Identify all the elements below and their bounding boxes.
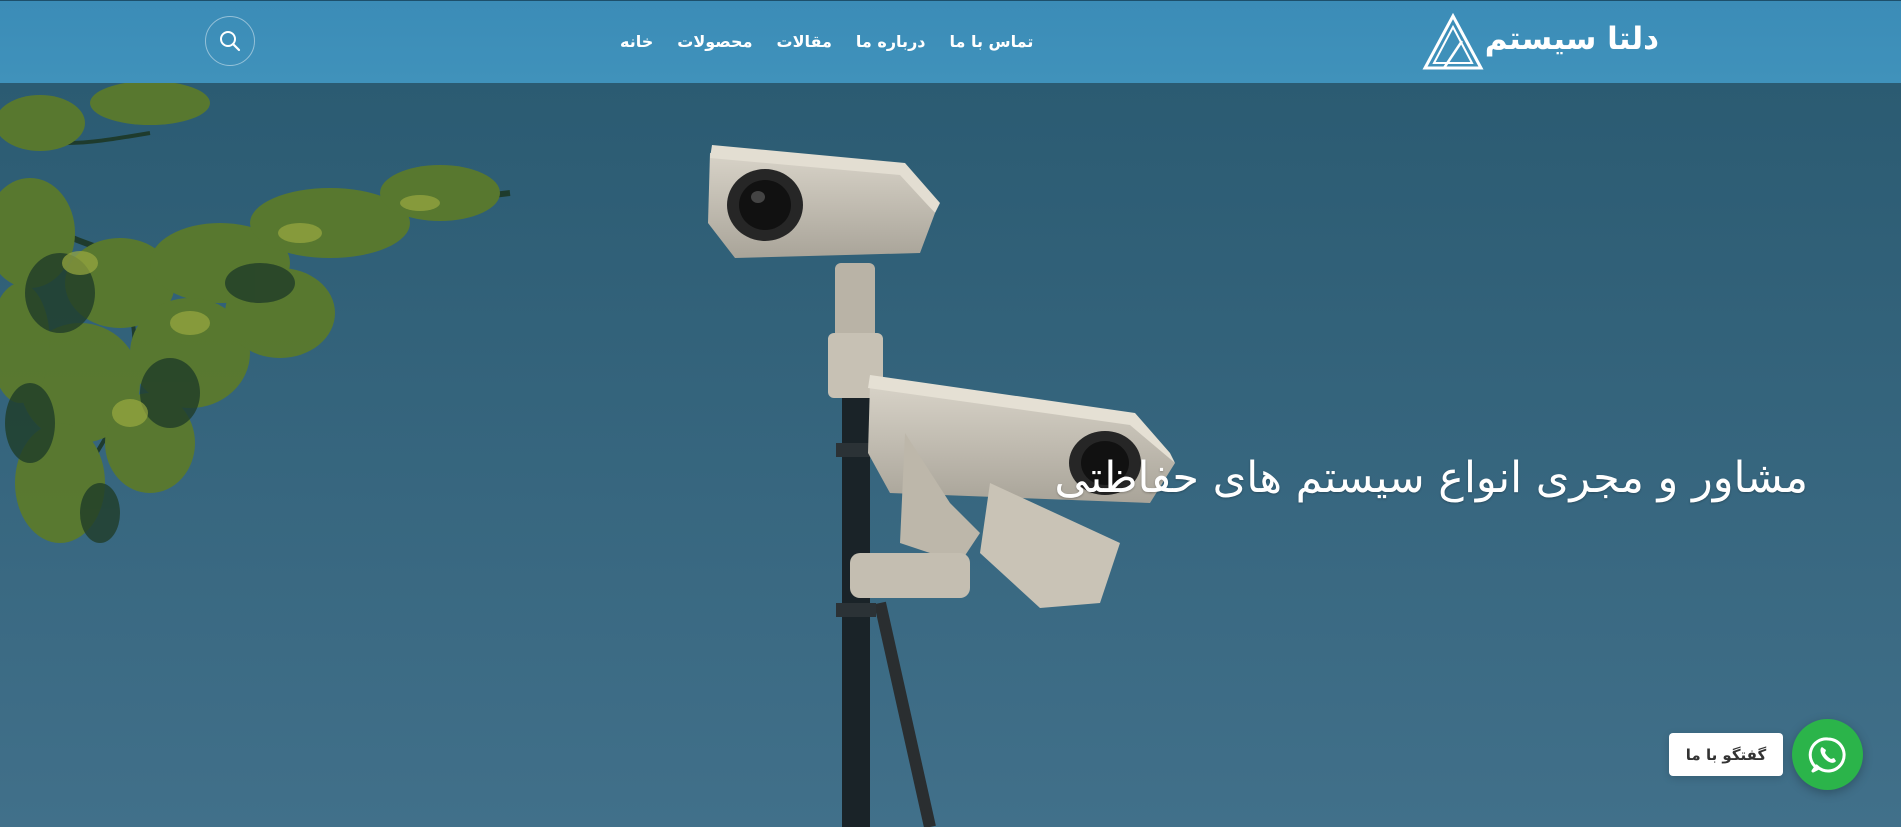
nav-item-contact[interactable]: تماس با ما [949, 25, 1033, 59]
logo-text: دلتا سیستم [1484, 21, 1659, 57]
logo-triangle-icon [1422, 13, 1484, 70]
nav-item-articles[interactable]: مقالات [776, 25, 831, 59]
nav-item-products[interactable]: محصولات [677, 25, 752, 59]
nav-item-about[interactable]: درباره ما [856, 25, 926, 59]
chat-with-us-label[interactable]: گفتگو با ما [1669, 733, 1783, 776]
hero-title: مشاور و مجری انواع سیستم های حفاظتی [1054, 453, 1808, 503]
site-header: دلتا سیستم خانه محصولات مقالات درباره ما… [0, 0, 1901, 83]
whatsapp-icon [1808, 736, 1846, 772]
nav-item-home[interactable]: خانه [620, 25, 653, 59]
page: دلتا سیستم خانه محصولات مقالات درباره ما… [0, 0, 1901, 827]
search-button[interactable] [205, 16, 255, 66]
main-nav: خانه محصولات مقالات درباره ما تماس با ما [620, 25, 1033, 59]
whatsapp-chat-button[interactable] [1792, 719, 1863, 790]
site-logo[interactable]: دلتا سیستم [1422, 13, 1662, 73]
hero-section: مشاور و مجری انواع سیستم های حفاظتی [0, 83, 1901, 827]
search-icon [220, 31, 241, 52]
